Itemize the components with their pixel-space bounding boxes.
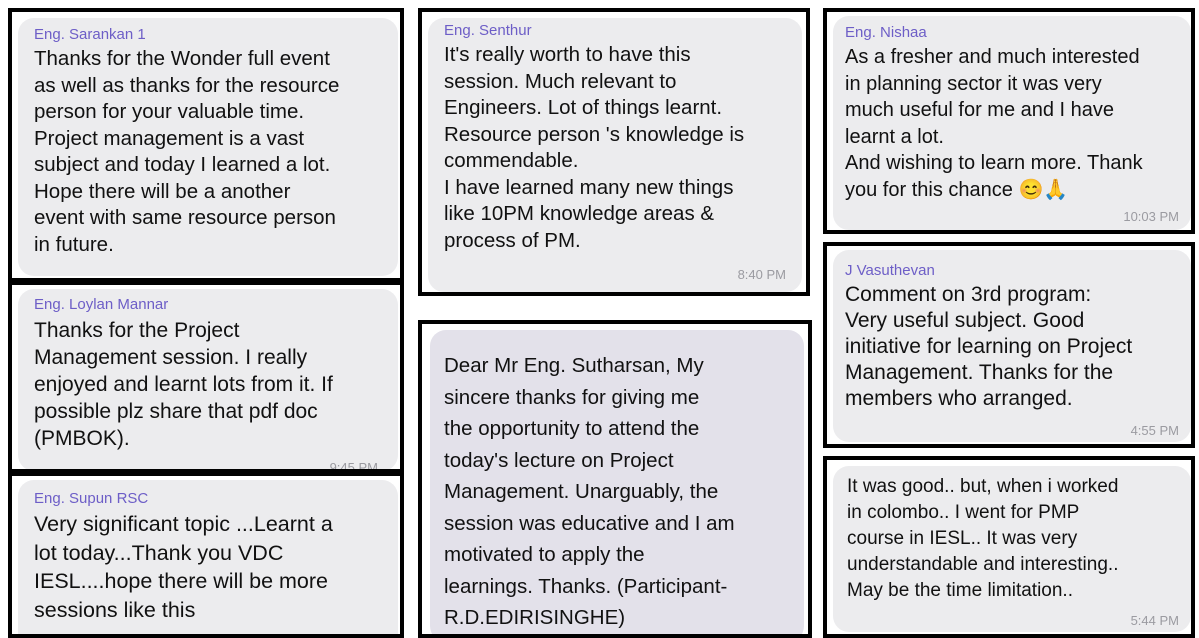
message-text: Dear Mr Eng. Sutharsan, My sincere thank…: [444, 354, 735, 629]
sender-name: Eng. Sarankan 1: [34, 26, 146, 43]
message-bubble[interactable]: J Vasuthevan Comment on 3rd program: Ver…: [833, 250, 1191, 442]
message-card-nishaa: Eng. Nishaa As a fresher and much intere…: [823, 8, 1195, 234]
sender-name: Eng. Supun RSC: [34, 490, 149, 507]
message-card-loylan: Eng. Loylan Mannar Thanks for the Projec…: [8, 281, 404, 473]
smile-pray-emoji: 😊🙏: [1018, 178, 1069, 201]
sender-name: J Vasuthevan: [845, 262, 935, 279]
message-text: It's really worth to have this session. …: [444, 43, 745, 252]
message-text: It was good.. but, when i worked in colo…: [847, 476, 1119, 601]
sender-name: Eng. Senthur: [444, 22, 532, 39]
message-text: Thanks for the Project Management sessio…: [34, 319, 333, 450]
message-bubble[interactable]: It was good.. but, when i worked in colo…: [833, 466, 1191, 632]
message-bubble[interactable]: Eng. Senthur It's really worth to have t…: [428, 18, 802, 292]
sender-name: Eng. Loylan Mannar: [34, 296, 169, 313]
message-text: As a fresher and much interested in plan…: [845, 44, 1143, 203]
message-bubble[interactable]: Eng. Sarankan 1 Thanks for the Wonder fu…: [18, 18, 398, 276]
message-text: Comment on 3rd program: Very useful subj…: [845, 283, 1133, 410]
message-timestamp: 9:45 PM: [329, 460, 378, 471]
message-card-edirisinghe: Dear Mr Eng. Sutharsan, My sincere thank…: [418, 320, 812, 638]
message-timestamp: 10:03 PM: [1123, 209, 1179, 224]
message-card-supun: Eng. Supun RSC Very significant topic ..…: [8, 472, 404, 638]
message-bubble[interactable]: Eng. Loylan Mannar Thanks for the Projec…: [18, 289, 398, 471]
message-card-senthur: Eng. Senthur It's really worth to have t…: [418, 8, 810, 296]
message-bubble[interactable]: Dear Mr Eng. Sutharsan, My sincere thank…: [430, 330, 804, 634]
message-text: Thanks for the Wonder full event as well…: [34, 47, 340, 256]
message-bubble[interactable]: Eng. Nishaa As a fresher and much intere…: [833, 16, 1191, 230]
message-card-colombo: It was good.. but, when i worked in colo…: [823, 456, 1195, 638]
message-text-body: As a fresher and much interested in plan…: [845, 46, 1143, 201]
message-card-vasuthevan: J Vasuthevan Comment on 3rd program: Ver…: [823, 242, 1195, 448]
message-timestamp: 4:55 PM: [1130, 423, 1179, 438]
message-timestamp: 8:40 PM: [737, 267, 786, 282]
message-text: Very significant topic ...Learnt a lot t…: [34, 512, 333, 622]
message-bubble[interactable]: Eng. Supun RSC Very significant topic ..…: [18, 480, 398, 634]
message-timestamp: 5:44 PM: [1130, 613, 1179, 628]
sender-name: Eng. Nishaa: [845, 24, 927, 41]
message-card-sarankan: Eng. Sarankan 1 Thanks for the Wonder fu…: [8, 8, 404, 282]
